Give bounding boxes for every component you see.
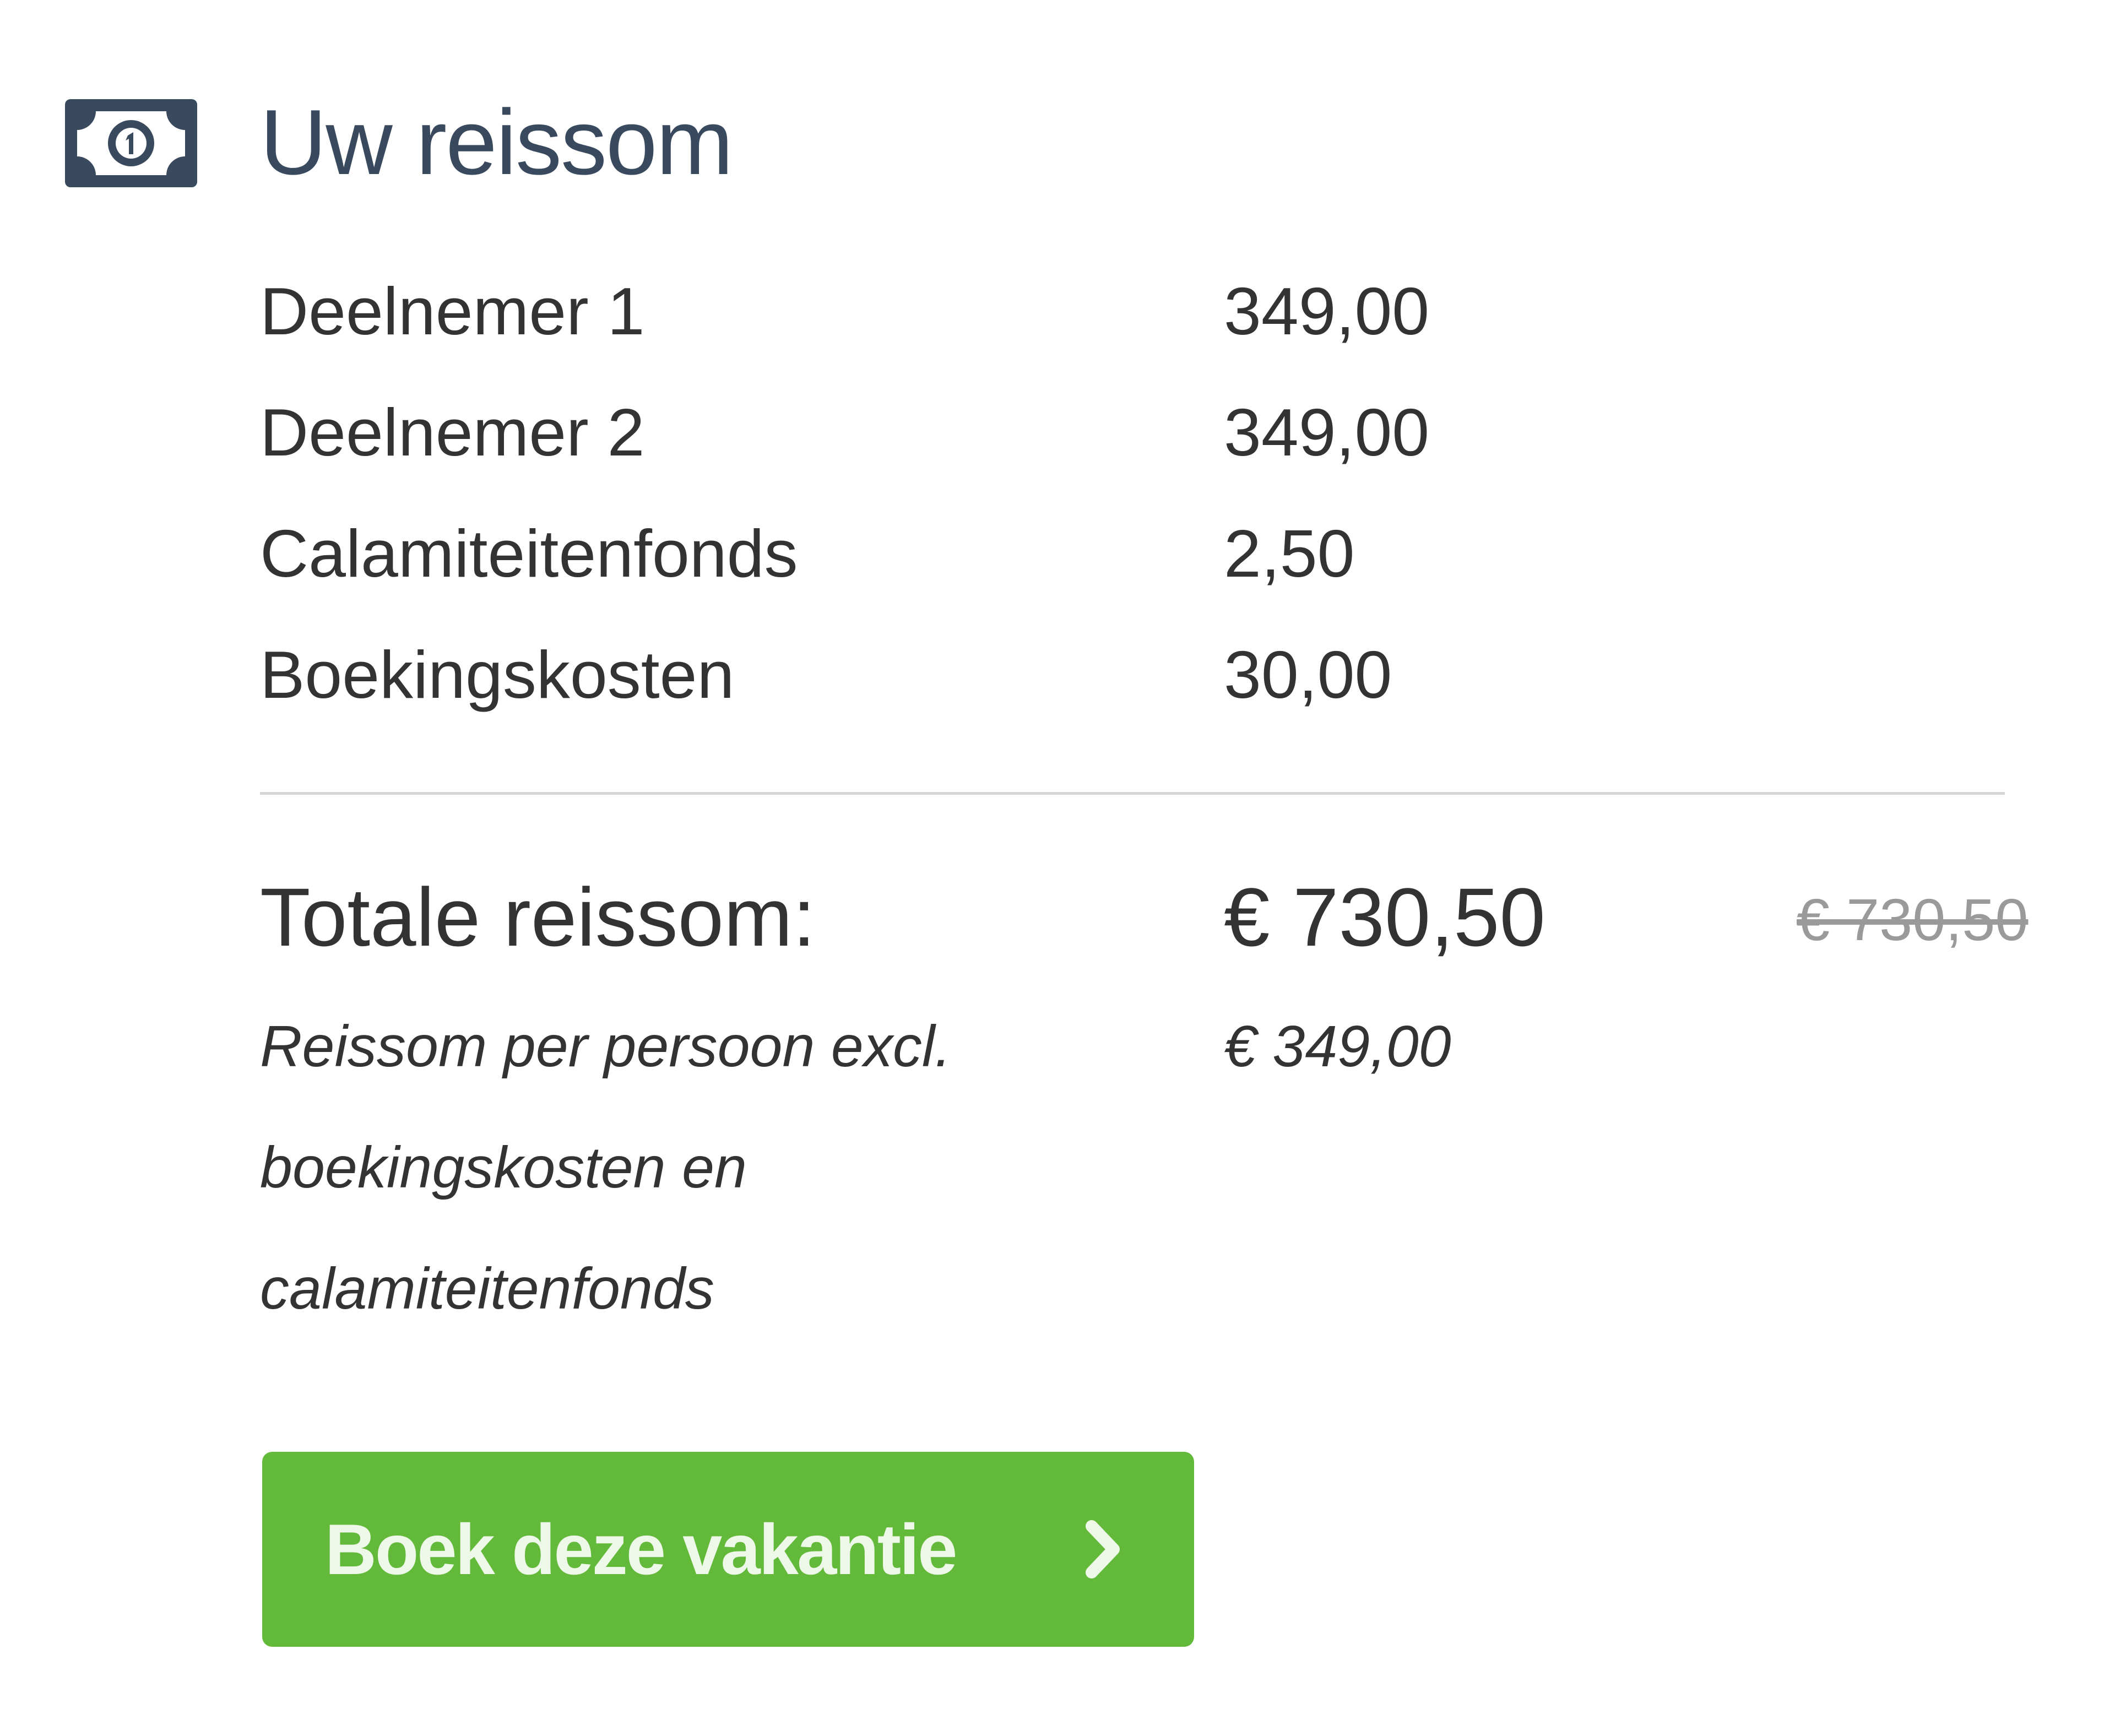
line-label-deelnemer-2: Deelnemer 2 <box>260 395 645 470</box>
total-value: € 730,50 <box>1224 871 1545 963</box>
per-person-note-line: calamiteitenfonds <box>260 1256 714 1321</box>
page-title: Uw reissom <box>260 90 733 194</box>
book-button-label: Boek deze vakantie <box>325 1509 957 1589</box>
per-person-note-line: boekingskosten en <box>260 1135 747 1200</box>
line-value-deelnemer-1: 349,00 <box>1224 274 1430 349</box>
book-vacation-button[interactable]: Boek deze vakantie <box>262 1452 1194 1647</box>
divider <box>260 792 2005 795</box>
per-person-note-line: Reissom per persoon excl. <box>260 1014 951 1079</box>
per-person-note: Reissom per persoon excl. boekingskosten… <box>260 986 1119 1349</box>
line-value-deelnemer-2: 349,00 <box>1224 395 1430 470</box>
money-bill-icon <box>65 99 197 187</box>
total-label: Totale reissom: <box>260 871 816 963</box>
old-total-price: € 730,50 <box>1797 886 2029 953</box>
line-label-calamiteitenfonds: Calamiteitenfonds <box>260 516 798 591</box>
line-label-deelnemer-1: Deelnemer 1 <box>260 274 645 349</box>
line-label-boekingskosten: Boekingskosten <box>260 637 735 712</box>
line-value-boekingskosten: 30,00 <box>1224 637 1392 712</box>
chevron-right-icon <box>1086 1520 1120 1578</box>
per-person-value: € 349,00 <box>1224 1014 1451 1079</box>
line-value-calamiteitenfonds: 2,50 <box>1224 516 1355 591</box>
